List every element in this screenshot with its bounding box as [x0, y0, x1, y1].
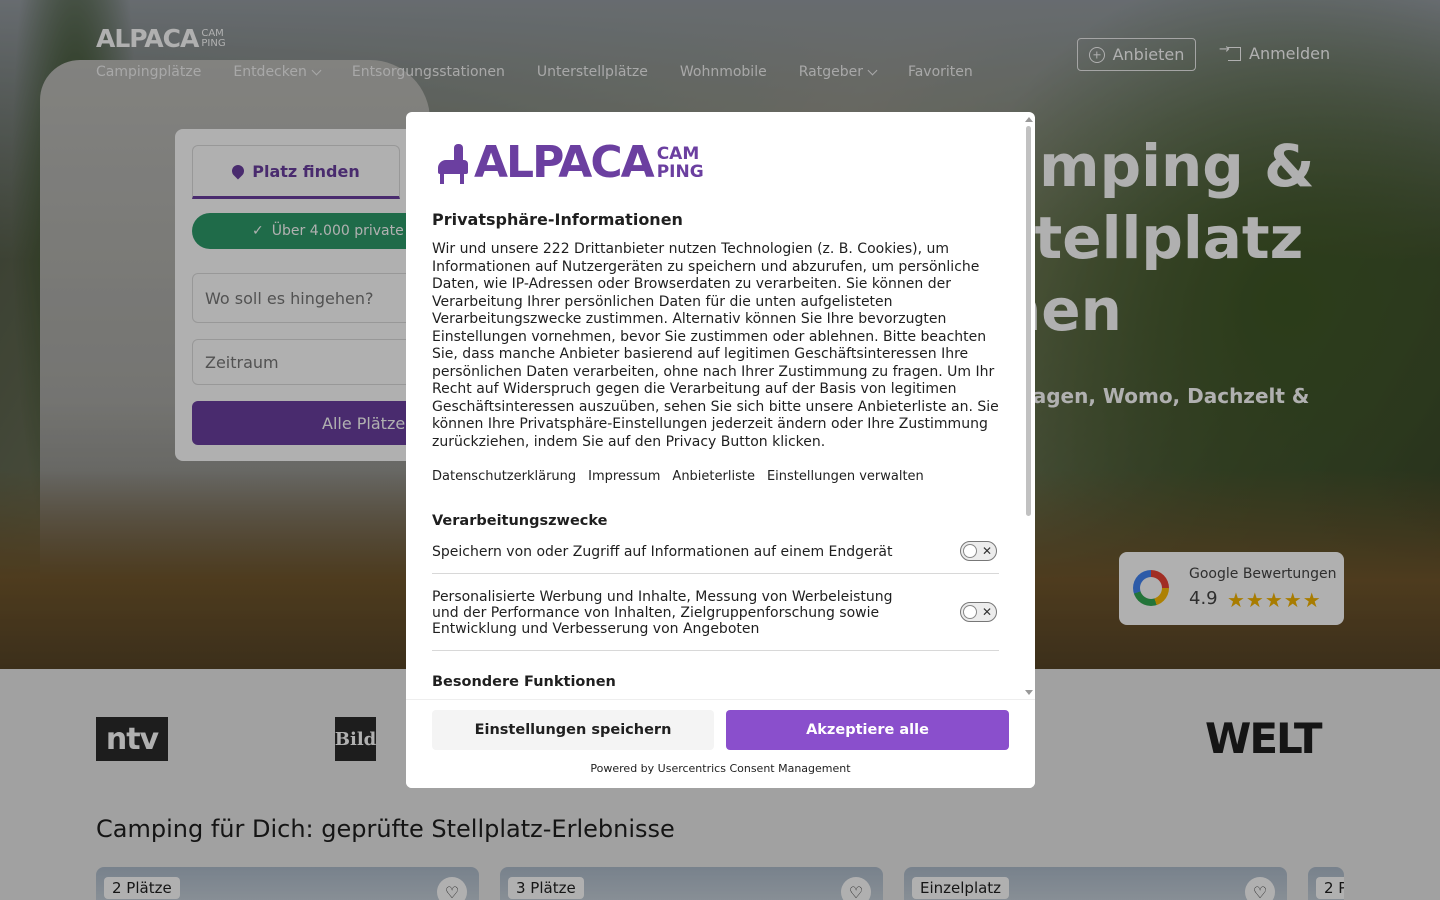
- consent-scroll-area[interactable]: ALPACA CAM PING Privatsphäre-Information…: [406, 112, 1023, 699]
- link-impressum[interactable]: Impressum: [588, 469, 660, 484]
- consent-logo-sub-line2: PING: [656, 162, 704, 182]
- purpose-label: Personalisierte Werbung und Inhalte, Mes…: [432, 589, 893, 637]
- purpose-toggle[interactable]: ✕: [960, 541, 997, 561]
- special-features-heading: Besondere Funktionen: [432, 674, 616, 690]
- purpose-label: Speichern von oder Zugriff auf Informati…: [432, 544, 893, 560]
- purpose-row: Speichern von oder Zugriff auf Informati…: [432, 541, 999, 574]
- toggle-knob: [963, 544, 977, 558]
- consent-heading: Privatsphäre-Informationen: [432, 210, 683, 229]
- consent-logo: ALPACA CAM PING: [432, 140, 704, 186]
- link-anbieterliste[interactable]: Anbieterliste: [672, 469, 755, 484]
- powered-by-text: Powered by Usercentrics Consent Manageme…: [590, 762, 851, 775]
- link-datenschutz[interactable]: Datenschutzerklärung: [432, 469, 576, 484]
- purpose-row: Personalisierte Werbung und Inhalte, Mes…: [432, 589, 999, 651]
- purpose-toggle[interactable]: ✕: [960, 602, 997, 622]
- scroll-up-icon[interactable]: [1025, 117, 1033, 122]
- link-einstellungen-verwalten[interactable]: Einstellungen verwalten: [767, 469, 924, 484]
- toggle-knob: [963, 605, 977, 619]
- consent-scrollbar[interactable]: [1022, 112, 1035, 699]
- accept-all-button[interactable]: Akzeptiere alle: [726, 710, 1009, 750]
- alpaca-icon: [432, 142, 470, 184]
- consent-footer: Einstellungen speichern Akzeptiere alle …: [406, 699, 1035, 788]
- consent-logo-sub-line1: CAM: [656, 144, 700, 164]
- scroll-down-icon[interactable]: [1025, 690, 1033, 695]
- consent-logo-word: ALPACA: [474, 137, 655, 188]
- save-settings-button[interactable]: Einstellungen speichern: [432, 710, 714, 750]
- consent-modal: ALPACA CAM PING Privatsphäre-Information…: [406, 112, 1035, 788]
- close-icon: ✕: [981, 605, 992, 619]
- consent-body-text: Wir und unsere 222 Drittanbieter nutzen …: [432, 241, 999, 450]
- consent-links: Datenschutzerklärung Impressum Anbieterl…: [432, 469, 924, 484]
- scroll-thumb[interactable]: [1026, 126, 1031, 516]
- close-icon: ✕: [981, 544, 992, 558]
- purposes-heading: Verarbeitungszwecke: [432, 513, 608, 529]
- consent-logo-sub: CAM PING: [657, 145, 704, 181]
